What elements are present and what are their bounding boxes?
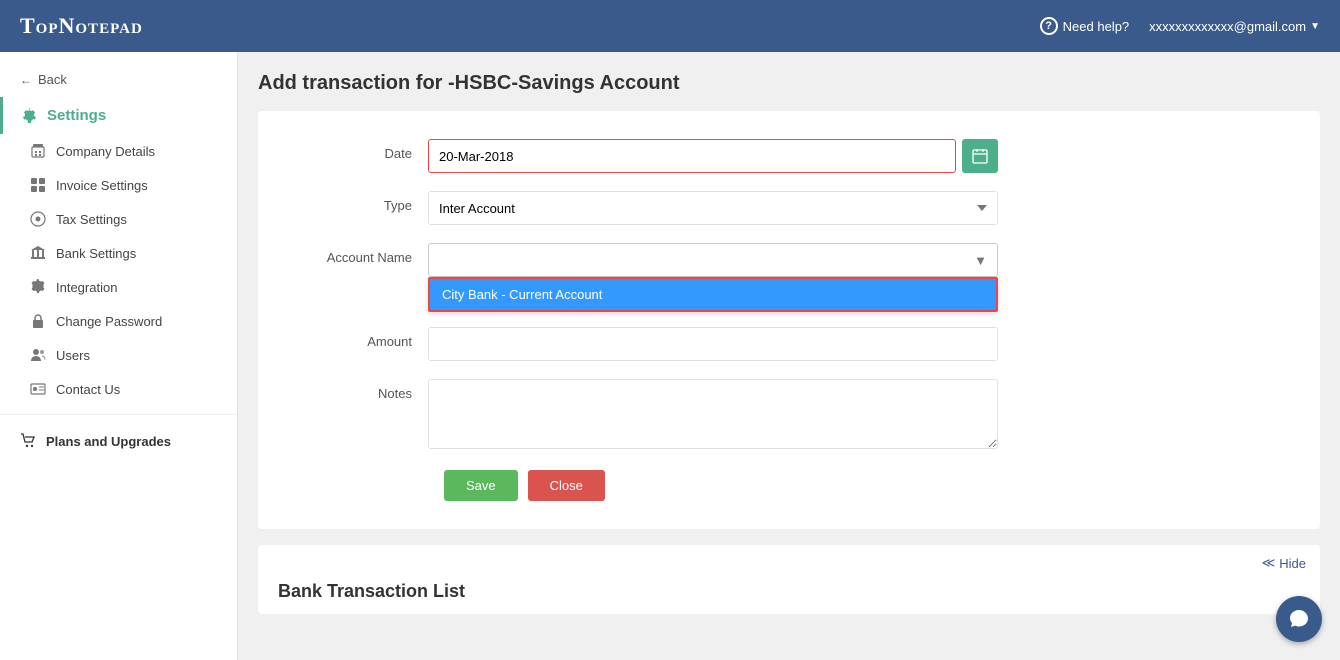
sidebar-item-plans[interactable]: Plans and Upgrades (0, 423, 237, 459)
user-menu[interactable]: xxxxxxxxxxxxx@gmail.com ▼ (1149, 19, 1320, 34)
users-label: Users (56, 348, 90, 363)
settings-label: Settings (47, 107, 106, 124)
user-dropdown-arrow: ▼ (1310, 21, 1320, 32)
app-logo: TopNotepad (20, 13, 143, 39)
settings-heading: Settings (0, 97, 237, 134)
settings-gear-icon (23, 108, 39, 124)
chat-icon (1288, 608, 1310, 630)
amount-field-wrapper (428, 327, 998, 361)
main-content: Add transaction for -HSBC-Savings Accoun… (238, 52, 1340, 660)
hide-button[interactable]: ≪ Hide (1262, 555, 1306, 571)
sidebar-item-integration[interactable]: Integration (0, 270, 237, 304)
sidebar-item-tax-settings[interactable]: Tax Settings (0, 202, 237, 236)
calendar-button[interactable] (962, 139, 998, 173)
back-link[interactable]: ← Back (0, 62, 237, 97)
plans-label: Plans and Upgrades (46, 434, 171, 449)
hide-label: Hide (1279, 556, 1306, 571)
contact-us-label: Contact Us (56, 382, 120, 397)
users-icon (30, 347, 46, 363)
back-label: Back (38, 72, 67, 87)
date-input[interactable] (428, 139, 956, 173)
date-label: Date (298, 139, 428, 161)
type-select[interactable]: Inter Account Deposit Withdrawal (428, 191, 998, 225)
app-header: TopNotepad ? Need help? xxxxxxxxxxxxx@gm… (0, 0, 1340, 52)
calendar-icon (972, 148, 988, 164)
sidebar-item-contact-us[interactable]: Contact Us (0, 372, 237, 406)
sidebar-item-change-password[interactable]: Change Password (0, 304, 237, 338)
lock-icon (30, 313, 46, 329)
notes-row: Notes (298, 379, 1280, 452)
date-row: Date (298, 139, 1280, 173)
transaction-section: ≪ Hide Bank Transaction List (258, 545, 1320, 614)
account-dropdown-arrow: ▼ (974, 253, 987, 268)
account-name-select[interactable]: ▼ (428, 243, 998, 277)
sidebar-item-users[interactable]: Users (0, 338, 237, 372)
page-title: Add transaction for -HSBC-Savings Accoun… (258, 72, 1320, 95)
integration-label: Integration (56, 280, 117, 295)
transaction-form-card: Date Type (258, 111, 1320, 529)
help-icon: ? (1040, 17, 1058, 35)
bank-settings-label: Bank Settings (56, 246, 136, 261)
change-password-label: Change Password (56, 314, 162, 329)
amount-input[interactable] (428, 327, 998, 361)
header-right: ? Need help? xxxxxxxxxxxxx@gmail.com ▼ (1040, 17, 1320, 35)
account-name-wrapper: ▼ City Bank - Current Account (428, 243, 998, 277)
notes-field-wrapper (428, 379, 998, 452)
company-details-label: Company Details (56, 144, 155, 159)
sidebar-item-invoice-settings[interactable]: Invoice Settings (0, 168, 237, 202)
sidebar: ← Back Settings Company Details Invoice … (0, 52, 238, 660)
notes-label: Notes (298, 379, 428, 401)
back-arrow-icon: ← (20, 73, 32, 87)
type-label: Type (298, 191, 428, 213)
cog-icon (30, 279, 46, 295)
close-button[interactable]: Close (528, 470, 605, 501)
invoice-settings-label: Invoice Settings (56, 178, 148, 193)
date-field-wrapper (428, 139, 998, 173)
amount-row: Amount (298, 327, 1280, 361)
save-button[interactable]: Save (444, 470, 518, 501)
cart-icon (20, 433, 36, 449)
user-email-text: xxxxxxxxxxxxx@gmail.com (1149, 19, 1306, 34)
notes-textarea[interactable] (428, 379, 998, 449)
account-dropdown-menu: City Bank - Current Account (428, 277, 998, 312)
grid-icon (30, 177, 46, 193)
need-help-label: Need help? (1063, 19, 1130, 34)
chat-bubble[interactable] (1276, 596, 1322, 642)
account-option-citybank[interactable]: City Bank - Current Account (430, 279, 996, 310)
transaction-list-title: Bank Transaction List (258, 581, 1320, 614)
type-field-wrapper: Inter Account Deposit Withdrawal (428, 191, 998, 225)
main-layout: ← Back Settings Company Details Invoice … (0, 52, 1340, 660)
form-buttons: Save Close (298, 470, 1280, 501)
need-help-link[interactable]: ? Need help? (1040, 17, 1130, 35)
id-card-icon (30, 381, 46, 397)
account-name-label: Account Name (298, 243, 428, 265)
tax-settings-label: Tax Settings (56, 212, 127, 227)
sidebar-item-bank-settings[interactable]: Bank Settings (0, 236, 237, 270)
amount-label: Amount (298, 327, 428, 349)
type-row: Type Inter Account Deposit Withdrawal (298, 191, 1280, 225)
hide-chevron-icon: ≪ (1262, 555, 1276, 571)
sidebar-item-company-details[interactable]: Company Details (0, 134, 237, 168)
account-name-row: Account Name ▼ City Bank - Current Accou… (298, 243, 1280, 277)
building-icon (30, 143, 46, 159)
cog-circle-icon (30, 211, 46, 227)
transaction-section-header: ≪ Hide (258, 545, 1320, 581)
bank-icon (30, 245, 46, 261)
